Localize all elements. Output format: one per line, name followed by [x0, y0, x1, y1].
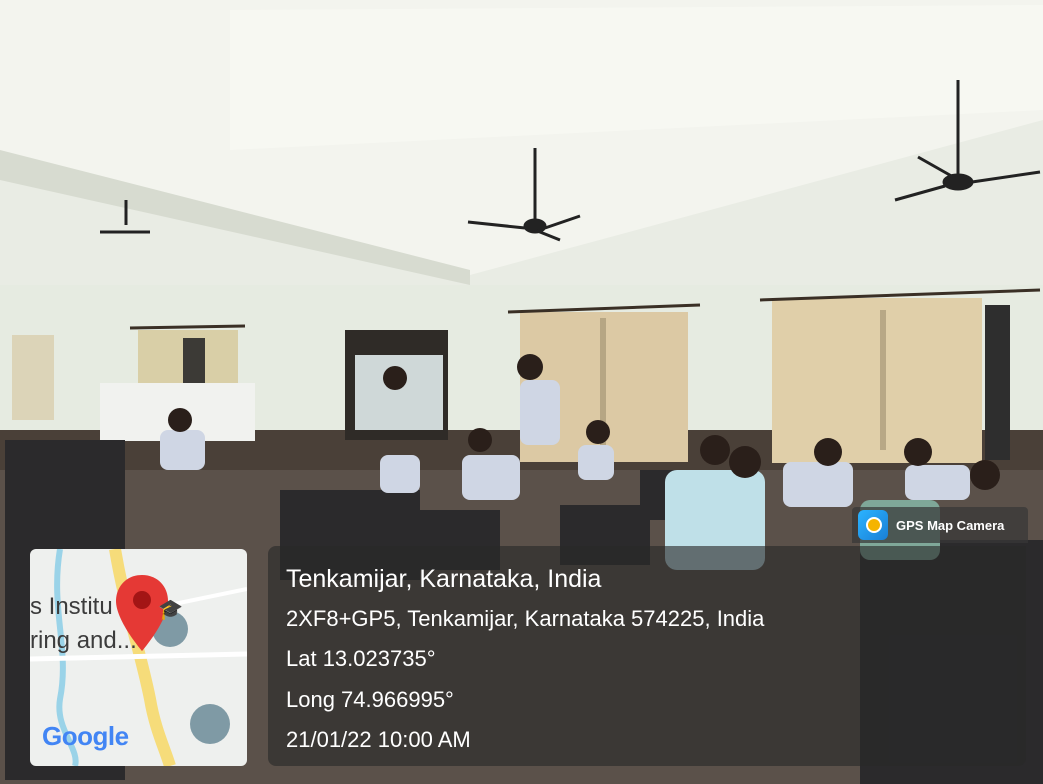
map-thumbnail: s Institu ring and... 🎓 Google	[30, 549, 247, 766]
gps-map-camera-app-icon	[858, 510, 888, 540]
location-place: Tenkamijar, Karnataka, India	[286, 565, 602, 593]
location-datetime: 21/01/22 10:00 AM	[286, 727, 471, 752]
location-longitude: Long 74.966995°	[286, 687, 454, 712]
google-logo: Google	[42, 721, 129, 752]
gps-map-camera-badge: GPS Map Camera	[852, 507, 1028, 543]
location-address: 2XF8+GP5, Tenkamijar, Karnataka 574225, …	[286, 606, 765, 631]
location-latitude: Lat 13.023735°	[286, 646, 436, 671]
graduation-cap-icon: 🎓	[158, 599, 183, 621]
google-brand-text: Google	[42, 721, 129, 751]
map-place-label-1: s Institu	[30, 593, 113, 620]
gps-badge-title: GPS Map Camera	[896, 517, 1005, 533]
